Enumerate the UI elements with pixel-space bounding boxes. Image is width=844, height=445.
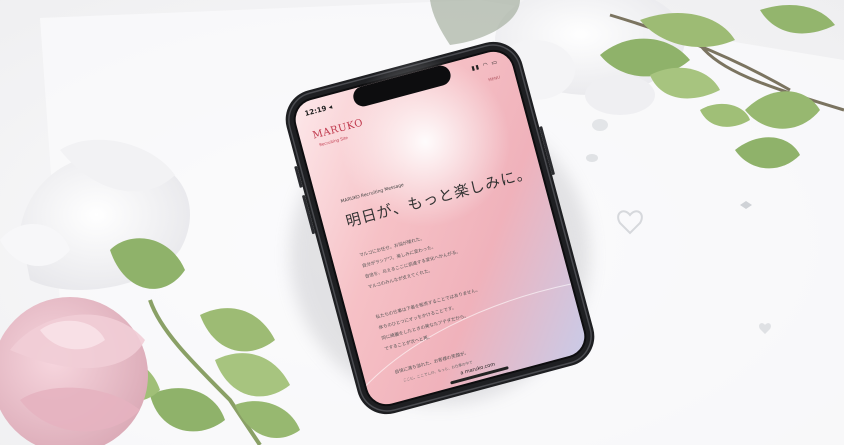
menu-link[interactable]: MENU: [488, 74, 501, 82]
paragraph-2: 私たちの仕事は下着を販売することではありません。 体ちのひとつにオッをかけること…: [375, 285, 490, 355]
headline: 明日が、もっと楽しみに。: [343, 163, 534, 231]
scene-artwork: 12:19 ◂ ▮▮ ◠ ▭ MENU MARUKO Recruiting Si…: [0, 0, 844, 445]
status-icons: ▮▮ ◠ ▭: [470, 58, 499, 73]
paragraph-1: マルコにお任せ。お悩が晴れた。 自分がラシアワ。楽しみに変わった。 自信を、与え…: [358, 225, 465, 293]
status-time: 12:19 ◂: [303, 102, 334, 118]
photo-scene: 12:19 ◂ ▮▮ ◠ ▭ MENU MARUKO Recruiting Si…: [0, 0, 844, 445]
